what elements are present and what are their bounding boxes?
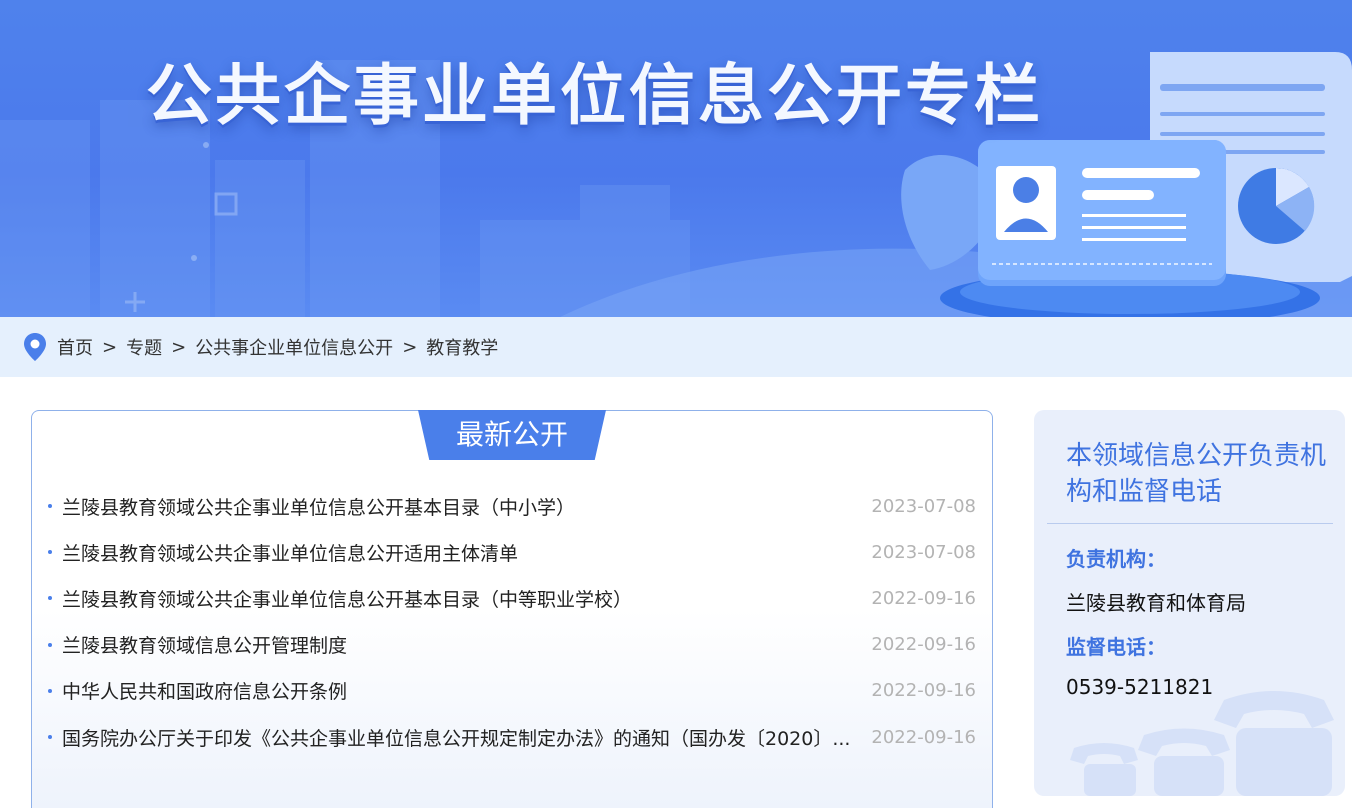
breadcrumb-separator: >: [402, 336, 418, 358]
bullet-dot-icon: [48, 504, 52, 509]
news-item[interactable]: 兰陵县教育领域公共企事业单位信息公开适用主体清单 2023-07-08: [48, 529, 976, 575]
news-title[interactable]: 兰陵县教育领域公共企事业单位信息公开基本目录（中等职业学校）: [62, 585, 632, 612]
divider: [1047, 523, 1333, 524]
news-item[interactable]: 国务院办公厅关于印发《公共企事业单位信息公开规定制定办法》的通知（国办发〔202…: [48, 714, 976, 760]
news-title[interactable]: 国务院办公厅关于印发《公共企事业单位信息公开规定制定办法》的通知（国办发〔202…: [62, 724, 850, 751]
news-date: 2023-07-08: [871, 495, 976, 517]
breadcrumb-separator: >: [102, 336, 118, 358]
news-date: 2022-09-16: [871, 680, 976, 702]
news-title[interactable]: 中华人民共和国政府信息公开条例: [62, 677, 347, 704]
pie-chart-icon: [1238, 167, 1315, 244]
news-title[interactable]: 兰陵县教育领域公共企事业单位信息公开适用主体清单: [62, 539, 518, 566]
news-date: 2022-09-16: [871, 726, 976, 748]
bullet-dot-icon: [48, 688, 52, 693]
latest-disclosures-panel: 最新公开 兰陵县教育领域公共企事业单位信息公开基本目录（中小学） 2023-07…: [31, 410, 993, 808]
breadcrumb-topic-link[interactable]: 专题: [126, 334, 162, 360]
phone-value: 0539-5211821: [1066, 675, 1214, 699]
breadcrumb-current-link[interactable]: 教育教学: [426, 334, 498, 360]
phone-label: 监督电话：: [1066, 635, 1166, 659]
breadcrumb-separator: >: [171, 336, 187, 358]
news-list: 兰陵县教育领域公共企事业单位信息公开基本目录（中小学） 2023-07-08 兰…: [48, 483, 976, 760]
breadcrumb-disclosure-link[interactable]: 公共事企业单位信息公开: [195, 334, 393, 360]
news-item[interactable]: 兰陵县教育领域公共企事业单位信息公开基本目录（中等职业学校） 2022-09-1…: [48, 575, 976, 621]
news-title[interactable]: 兰陵县教育领域公共企事业单位信息公开基本目录（中小学）: [62, 493, 575, 520]
contact-panel-title: 本领域信息公开负责机构和监督电话: [1066, 441, 1327, 507]
id-card-icon: [978, 140, 1226, 286]
news-item[interactable]: 兰陵县教育领域公共企事业单位信息公开基本目录（中小学） 2023-07-08: [48, 483, 976, 529]
news-date: 2022-09-16: [871, 587, 976, 609]
org-value: 兰陵县教育和体育局: [1066, 591, 1246, 615]
banner-illustration: [0, 52, 1352, 317]
bullet-dot-icon: [48, 596, 52, 601]
org-label: 负责机构：: [1066, 547, 1166, 571]
header-banner: 公共企事业单位信息公开专栏: [0, 0, 1352, 317]
news-title[interactable]: 兰陵县教育领域信息公开管理制度: [62, 631, 347, 658]
latest-disclosures-tab: 最新公开: [418, 410, 606, 460]
contact-panel: 本领域信息公开负责机构和监督电话 负责机构： 兰陵县教育和体育局 监督电话： 0…: [1034, 410, 1345, 796]
news-item[interactable]: 兰陵县教育领域信息公开管理制度 2022-09-16: [48, 622, 976, 668]
banner-title: 公共企事业单位信息公开专栏: [146, 57, 1043, 134]
bullet-dot-icon: [48, 642, 52, 647]
location-pin-icon: [24, 333, 46, 361]
bullet-dot-icon: [48, 735, 52, 740]
breadcrumb-home-link[interactable]: 首页: [57, 334, 93, 360]
news-date: 2022-09-16: [871, 634, 976, 656]
bullet-dot-icon: [48, 550, 52, 555]
breadcrumb: 首页 > 专题 > 公共事企业单位信息公开 > 教育教学: [0, 317, 1352, 377]
news-date: 2023-07-08: [871, 541, 976, 563]
news-item[interactable]: 中华人民共和国政府信息公开条例 2022-09-16: [48, 668, 976, 714]
